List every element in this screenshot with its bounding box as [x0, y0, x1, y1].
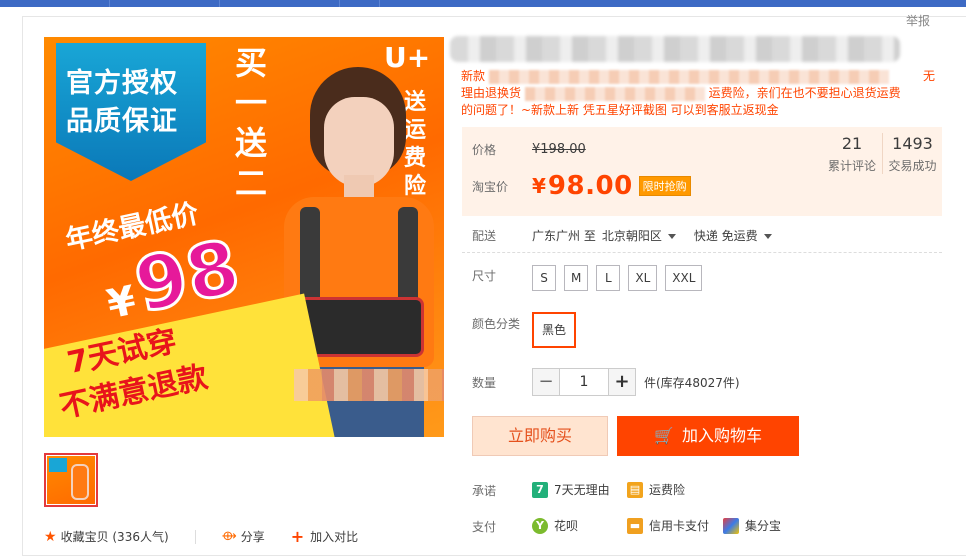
size-option-xl[interactable]: XL [628, 265, 658, 291]
size-option-l[interactable]: L [596, 265, 621, 291]
delivery-destination: 北京朝阳区 [601, 229, 662, 243]
size-option-xxl[interactable]: XXL [665, 265, 703, 291]
huabei-icon: Y [532, 517, 548, 534]
cart-icon: 🛒 [654, 426, 674, 445]
payment-jifenbao[interactable]: 集分宝 [723, 517, 781, 534]
browser-top-bar [0, 0, 966, 7]
promise-shipping-insurance[interactable]: ▤ 运费险 [627, 481, 685, 498]
payment-credit-card[interactable]: ▬ 信用卡支付 [627, 517, 709, 534]
compare-link[interactable]: + 加入对比 [291, 527, 358, 546]
quantity-label: 数量 [472, 375, 497, 390]
compare-label: 加入对比 [310, 530, 359, 544]
desc-line1-tail: 无 [923, 69, 936, 83]
price-label: 价格 [472, 143, 497, 157]
size-label: 尺寸 [472, 269, 497, 283]
trade-count[interactable]: 1493 交易成功 [882, 133, 942, 174]
current-price: 98.00 [547, 171, 633, 201]
chevron-down-icon [763, 234, 772, 239]
share-label: 分享 [240, 530, 265, 544]
trade-count-number: 1493 [892, 134, 933, 153]
desc-blur [524, 86, 705, 101]
thumbnail-image [47, 456, 95, 504]
thumbnail-selected[interactable] [44, 453, 98, 507]
chevron-down-icon [667, 234, 676, 239]
jifenbao-icon [723, 517, 739, 534]
delivery-row: 配送 广东广州 至 北京朝阳区 快递 免运费 [472, 227, 772, 244]
add-to-cart-button[interactable]: 🛒 加入购物车 [617, 416, 799, 456]
insurance-icon: ▤ [627, 481, 643, 498]
divider [462, 252, 942, 253]
buy-now-button[interactable]: 立即购买 [472, 416, 608, 456]
top-bar-segment [110, 0, 220, 7]
delivery-method-select[interactable]: 快递 免运费 [694, 227, 772, 244]
share-icon: ⟴ [221, 529, 237, 544]
quantity-decrease-button[interactable]: − [532, 368, 560, 396]
top-bar-segment [340, 0, 380, 7]
report-link[interactable]: 举报 [906, 12, 930, 29]
seven-day-icon: 7 [532, 481, 548, 498]
blurred-watermark [294, 369, 444, 401]
promise-7day-label: 7天无理由 [554, 483, 610, 497]
taobao-price-label: 淘宝价 [472, 179, 509, 194]
quantity-input[interactable]: 1 [560, 368, 608, 396]
promo-tag: 限时抢购 [638, 176, 691, 196]
trade-count-caption: 交易成功 [888, 159, 937, 173]
divider [194, 529, 196, 544]
review-count-caption: 累计评论 [827, 159, 876, 173]
quantity-increase-button[interactable]: + [608, 368, 636, 396]
top-bar-segment [220, 0, 340, 7]
add-to-cart-label: 加入购物车 [681, 426, 762, 445]
promise-7day[interactable]: 7 7天无理由 [532, 481, 610, 498]
top-bar-segment [0, 0, 110, 7]
badge-line1: 官方授权 [66, 68, 178, 99]
delivery-from: 广东广州 至 [532, 229, 596, 243]
review-count-number: 21 [841, 134, 863, 153]
payment-credit-card-label: 信用卡支付 [649, 519, 710, 533]
payment-jifenbao-label: 集分宝 [745, 519, 782, 533]
desc-blur [488, 69, 889, 84]
color-row: 颜色分类 黑色 [472, 312, 577, 348]
original-price: ¥198.00 [532, 142, 586, 157]
quantity-row: 数量 − 1 + 件(库存48027件) [472, 368, 740, 396]
product-description: 新款 无 理由退换货 运费险，亲们在也不要担心退货运费 的问题了！~新款上新 凭… [461, 68, 946, 119]
main-product-image[interactable]: 官方授权 品质保证 买一送二 U+ 送运费险 年终最低价 ¥ 98 7天试穿 不… [44, 37, 444, 437]
plus-icon: + [290, 527, 305, 546]
badge-line2: 品质保证 [66, 106, 178, 137]
delivery-method: 快递 免运费 [693, 229, 758, 243]
quantity-stepper: − 1 + [532, 368, 636, 396]
favorite-link[interactable]: ★ 收藏宝贝 (336人气) [44, 528, 169, 545]
star-icon: ★ [44, 528, 57, 545]
favorite-label: 收藏宝贝 (336人气) [60, 530, 169, 544]
payment-label: 支付 [472, 520, 497, 534]
color-option-black[interactable]: 黑色 [532, 312, 577, 348]
stock-info: 件(库存48027件) [644, 375, 740, 390]
promise-insurance-label: 运费险 [649, 483, 686, 497]
size-row: 尺寸 S M L XL XXL [472, 265, 710, 291]
desc-line2-start: 理由退换货 [461, 86, 522, 100]
desc-line3: 的问题了！~新款上新 凭五星好评截图 可以到客服立返现金 [461, 103, 779, 117]
credit-card-icon: ▬ [627, 517, 643, 534]
color-label: 颜色分类 [472, 317, 521, 331]
payment-huabei[interactable]: Y 花呗 [532, 517, 578, 534]
share-link[interactable]: ⟴ 分享 [222, 528, 265, 545]
payment-huabei-label: 花呗 [554, 519, 579, 533]
bottom-actions: ★ 收藏宝贝 (336人气) ⟴ 分享 + 加入对比 [44, 527, 384, 546]
size-option-m[interactable]: M [564, 265, 589, 291]
promo-yen: ¥ [103, 277, 140, 329]
sales-stats: 21 累计评论 1493 交易成功 [822, 133, 942, 174]
promise-label: 承诺 [472, 484, 497, 498]
product-title-blurred [450, 36, 900, 62]
current-price-yen: ¥ [532, 174, 546, 198]
size-options: S M L XL XXL [532, 265, 710, 291]
authorized-badge: 官方授权 品质保证 [56, 43, 206, 181]
desc-line2-tail: 运费险，亲们在也不要担心退货运费 [708, 86, 901, 100]
review-count[interactable]: 21 累计评论 [822, 133, 882, 174]
desc-line1: 新款 [461, 69, 486, 83]
delivery-destination-select[interactable]: 北京朝阳区 [602, 227, 676, 244]
price-panel: 价格 ¥198.00 淘宝价 ¥ 98.00 限时抢购 21 累计评论 1493… [462, 127, 942, 216]
size-option-s[interactable]: S [532, 265, 556, 291]
delivery-label: 配送 [472, 229, 497, 243]
